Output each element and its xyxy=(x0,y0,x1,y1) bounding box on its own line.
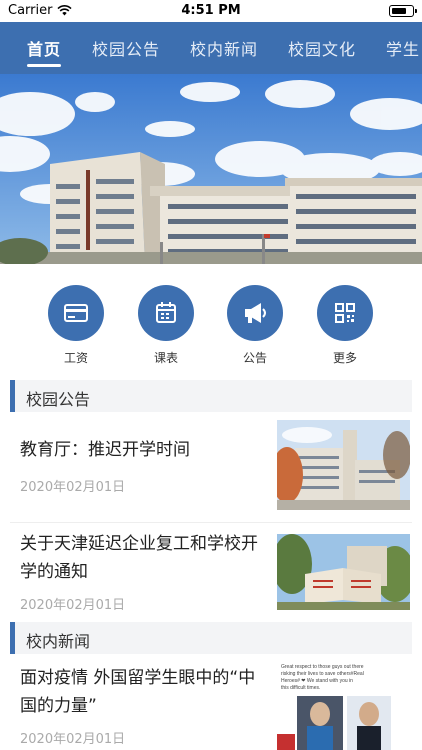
action-timetable[interactable]: 课表 xyxy=(131,285,201,366)
campus-building-photo xyxy=(277,420,410,510)
section-header-news: 校内新闻 xyxy=(10,622,412,654)
tab-campus-news[interactable]: 校内新闻 xyxy=(190,36,258,60)
news-item[interactable]: 关于天津延迟企业复工和学校开学的通知 2020年02月01日 xyxy=(0,530,422,620)
thumbnail-text-line: this difficult times. xyxy=(281,685,321,691)
action-more[interactable]: 更多 xyxy=(310,285,380,366)
battery-level xyxy=(391,7,406,14)
divider xyxy=(10,522,412,523)
action-more-circle[interactable] xyxy=(317,285,373,341)
megaphone-icon xyxy=(245,303,266,323)
section-title: 校园公告 xyxy=(26,390,91,409)
battery-icon xyxy=(389,5,417,17)
action-salary-label: 工资 xyxy=(63,351,88,365)
banner-image[interactable] xyxy=(0,74,422,264)
social-post-screenshot xyxy=(277,696,391,750)
status-time: 4:51 PM xyxy=(181,3,241,18)
section-accent-bar xyxy=(10,622,15,654)
thumbnail-text-line: risking their lives to save others#Real xyxy=(281,671,364,677)
status-bar: Carrier 4:51 PM xyxy=(0,0,422,22)
action-notice-label: 公告 xyxy=(242,351,267,365)
action-timetable-circle[interactable] xyxy=(138,285,194,341)
thumbnail-text-line: Great respect to those guys out there xyxy=(281,664,364,670)
news-title: 教育厅：推迟开学时间 xyxy=(20,440,190,460)
action-notice-circle[interactable] xyxy=(227,285,283,341)
tab-students[interactable]: 学生 xyxy=(386,36,420,60)
news-date: 2020年02月01日 xyxy=(20,732,126,747)
news-date: 2020年02月01日 xyxy=(20,598,126,613)
action-salary[interactable]: 工资 xyxy=(41,285,111,366)
news-item[interactable]: 教育厅：推迟开学时间 2020年02月01日 xyxy=(0,420,422,518)
thumbnail-post-text: Great respect to those guys out there ri… xyxy=(281,664,406,692)
news-thumbnail: Great respect to those guys out there ri… xyxy=(277,664,410,750)
section-header-announcements: 校园公告 xyxy=(10,380,412,412)
action-timetable-label: 课表 xyxy=(153,351,178,365)
news-thumbnail xyxy=(277,534,410,610)
grid-icon xyxy=(335,303,355,323)
quick-actions: 工资 课表 公告 更多 xyxy=(0,285,422,370)
action-more-label: 更多 xyxy=(332,351,357,365)
action-notice[interactable]: 公告 xyxy=(220,285,290,366)
news-date: 2020年02月01日 xyxy=(20,480,126,495)
top-nav: 首页 校园公告 校内新闻 校园文化 学生 xyxy=(0,22,422,74)
news-title: 关于天津延迟企业复工和学校开学的通知 xyxy=(20,534,258,582)
open-book-sculpture-photo xyxy=(277,534,410,610)
news-thumbnail xyxy=(277,420,410,510)
calendar-icon xyxy=(156,302,176,323)
section-title: 校内新闻 xyxy=(26,632,91,651)
tab-campus-culture[interactable]: 校园文化 xyxy=(288,36,356,60)
card-icon xyxy=(64,304,88,322)
thumbnail-text-line: Heroes# ❤ We stand with you in xyxy=(281,678,353,684)
news-item[interactable]: 面对疫情 外国留学生眼中的“中国的力量” 2020年02月01日 Great r… xyxy=(0,664,422,750)
section-accent-bar xyxy=(10,380,15,412)
tab-active-indicator xyxy=(27,64,61,67)
tab-campus-announcements[interactable]: 校园公告 xyxy=(92,36,160,60)
campus-banner-illustration xyxy=(0,74,422,264)
action-salary-circle[interactable] xyxy=(48,285,104,341)
news-title: 面对疫情 外国留学生眼中的“中国的力量” xyxy=(20,668,256,716)
tab-home[interactable]: 首页 xyxy=(27,36,61,60)
